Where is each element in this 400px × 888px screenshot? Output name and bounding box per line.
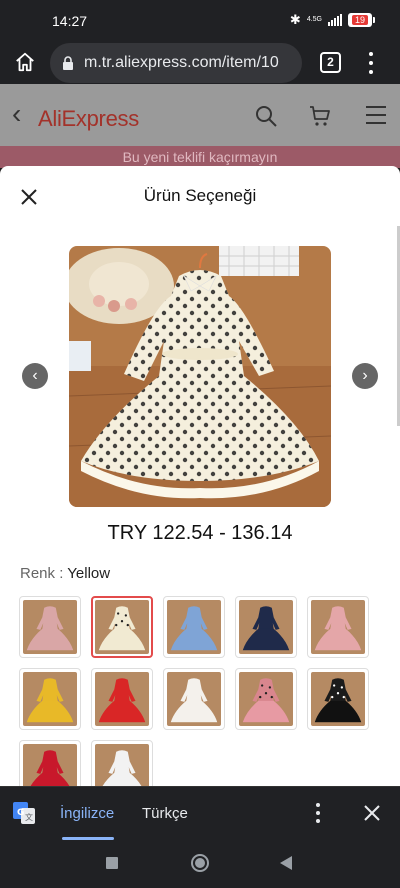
svg-text:文: 文 bbox=[25, 812, 33, 822]
chevron-right-icon[interactable]: › bbox=[352, 363, 378, 389]
network-type: 4.5G bbox=[306, 16, 322, 23]
signal-icon bbox=[328, 14, 342, 26]
bluetooth-icon: ✱ bbox=[289, 12, 301, 27]
translate-close-icon[interactable] bbox=[362, 803, 382, 823]
color-swatch-white[interactable] bbox=[163, 668, 225, 730]
background-page: ‹ AliExpress Bu yeni teklifi kaçırmayın bbox=[0, 84, 400, 168]
browser-menu-button[interactable] bbox=[366, 52, 376, 74]
promo-strip: Bu yeni teklifi kaçırmayın bbox=[0, 146, 400, 168]
color-swatch-navy[interactable] bbox=[235, 596, 297, 658]
selected-color: Yellow bbox=[67, 565, 111, 582]
language-english-tab[interactable]: İngilizce bbox=[60, 805, 114, 822]
hamburger-menu-icon bbox=[366, 106, 386, 124]
color-label: Renk : Yellow bbox=[20, 565, 110, 582]
search-icon bbox=[256, 106, 277, 127]
tab-switcher-button[interactable]: 2 bbox=[320, 52, 341, 73]
back-chevron-icon: ‹ bbox=[12, 98, 22, 129]
system-navigation-bar bbox=[0, 840, 400, 888]
google-translate-icon[interactable]: G 文 bbox=[12, 801, 36, 825]
product-options-sheet: Ürün Seçeneği ‹ › TRY 122.54 - 136.14 Re… bbox=[0, 166, 400, 786]
translate-menu-button[interactable] bbox=[314, 803, 322, 823]
home-button[interactable] bbox=[191, 854, 209, 872]
status-bar: 14:27 ✱ 4.5G 19 bbox=[0, 0, 400, 42]
url-text: m.tr.aliexpress.com/item/10 bbox=[84, 54, 279, 71]
chevron-left-icon[interactable]: ‹ bbox=[22, 363, 48, 389]
status-icons: ✱ 4.5G 19 bbox=[289, 12, 375, 28]
color-swatch-white-2[interactable] bbox=[91, 740, 153, 786]
price-range: TRY 122.54 - 136.14 bbox=[107, 522, 293, 544]
aliexpress-logo: AliExpress bbox=[38, 106, 139, 131]
color-swatch-dots-cream[interactable] bbox=[91, 596, 153, 658]
translate-bar: G 文 İngilizce Türkçe bbox=[0, 786, 400, 840]
lock-icon bbox=[63, 56, 73, 70]
color-swatch-yellow[interactable] bbox=[19, 668, 81, 730]
battery-level: 19 bbox=[351, 15, 368, 25]
browser-toolbar: m.tr.aliexpress.com/item/10 2 bbox=[0, 42, 400, 84]
sheet-title: Ürün Seçeneği bbox=[143, 186, 257, 205]
recent-apps-button[interactable] bbox=[106, 857, 118, 869]
color-swatch-red[interactable] bbox=[91, 668, 153, 730]
status-time: 14:27 bbox=[52, 13, 88, 29]
color-separator: : bbox=[55, 565, 68, 582]
battery-icon: 19 bbox=[348, 13, 375, 27]
home-icon[interactable] bbox=[14, 51, 36, 73]
color-swatch-pink[interactable] bbox=[307, 596, 369, 658]
color-swatch-dots-black-pink[interactable] bbox=[235, 668, 297, 730]
color-swatch-red-tulle[interactable] bbox=[19, 740, 81, 786]
cart-icon bbox=[310, 106, 330, 126]
color-label-text: Renk bbox=[20, 565, 56, 582]
color-swatch-floral-pink[interactable] bbox=[19, 596, 81, 658]
language-turkish-tab[interactable]: Türkçe bbox=[142, 805, 188, 822]
svg-text:G: G bbox=[17, 808, 24, 818]
aliexpress-header: ‹ AliExpress bbox=[0, 84, 400, 146]
address-bar[interactable]: m.tr.aliexpress.com/item/10 bbox=[50, 43, 302, 83]
product-image[interactable] bbox=[69, 246, 331, 507]
color-swatch-dots-black-white[interactable] bbox=[307, 668, 369, 730]
color-swatch-blue[interactable] bbox=[163, 596, 225, 658]
back-button[interactable] bbox=[280, 856, 292, 870]
